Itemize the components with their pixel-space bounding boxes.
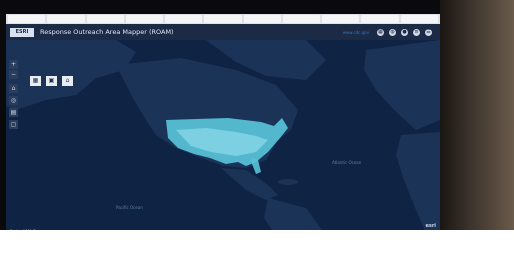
grid-icon[interactable]: ▦ [377,28,384,36]
menu-icon[interactable]: ☰ [425,28,432,36]
esri-attribution: esri [425,223,436,229]
measure-icon[interactable]: ▢ [9,120,18,129]
basemap [6,40,440,233]
browser-tab[interactable] [165,15,203,23]
landmass-caribbean [278,179,298,185]
pacific-ocean-label: Pacific Ocean [116,205,143,210]
header-icon-group: ▦ ◍ ● ≡ ☰ [377,28,432,36]
app-header: ESRI Response Outreach Area Mapper (ROAM… [6,24,440,40]
app-title: Response Outreach Area Mapper (ROAM) [40,28,174,36]
browser-tab[interactable] [47,15,85,23]
home-button[interactable]: ⌂ [9,84,18,93]
person-icon[interactable]: ● [401,28,408,36]
landmass-europe [364,40,440,130]
browser-tab[interactable] [322,15,360,23]
app-logo[interactable]: ESRI [10,27,34,37]
browser-tab[interactable] [86,15,124,23]
map-view[interactable]: + − ⌂ ◎ ▤ ▢ ▦ ▣ ⌂ Pacific Ocean Atlantic… [6,40,440,233]
zoom-in-button[interactable]: + [9,60,18,69]
monitor-screen: ESRI Response Outreach Area Mapper (ROAM… [6,14,440,246]
globe-icon[interactable]: ◍ [389,28,396,36]
browser-tab[interactable] [8,15,46,23]
photo-margin [0,230,514,264]
basemap-gallery-button[interactable]: ▦ [30,76,41,86]
layer-list-button[interactable]: ▣ [46,76,57,86]
list-icon[interactable]: ≡ [413,28,420,36]
landmass-africa [396,132,440,233]
browser-tab[interactable] [125,15,164,23]
browser-tab[interactable] [282,15,321,23]
atlantic-ocean-label: Atlantic Ocean [332,160,362,165]
browser-tab[interactable] [400,15,438,23]
layers-icon[interactable]: ▤ [9,108,18,117]
landmass-south-america [264,198,324,233]
landmass-asia [6,40,136,110]
browser-tab[interactable] [361,15,399,23]
monitor-bezel [440,0,514,230]
browser-tab[interactable] [204,15,242,23]
browser-tab[interactable] [243,15,281,23]
locate-icon[interactable]: ◎ [9,96,18,105]
landmass-central-america [221,168,278,200]
header-link[interactable]: www.cdc.gov [343,30,369,35]
share-button[interactable]: ⌂ [62,76,73,86]
browser-tab-strip [6,14,440,24]
zoom-out-button[interactable]: − [9,70,18,79]
